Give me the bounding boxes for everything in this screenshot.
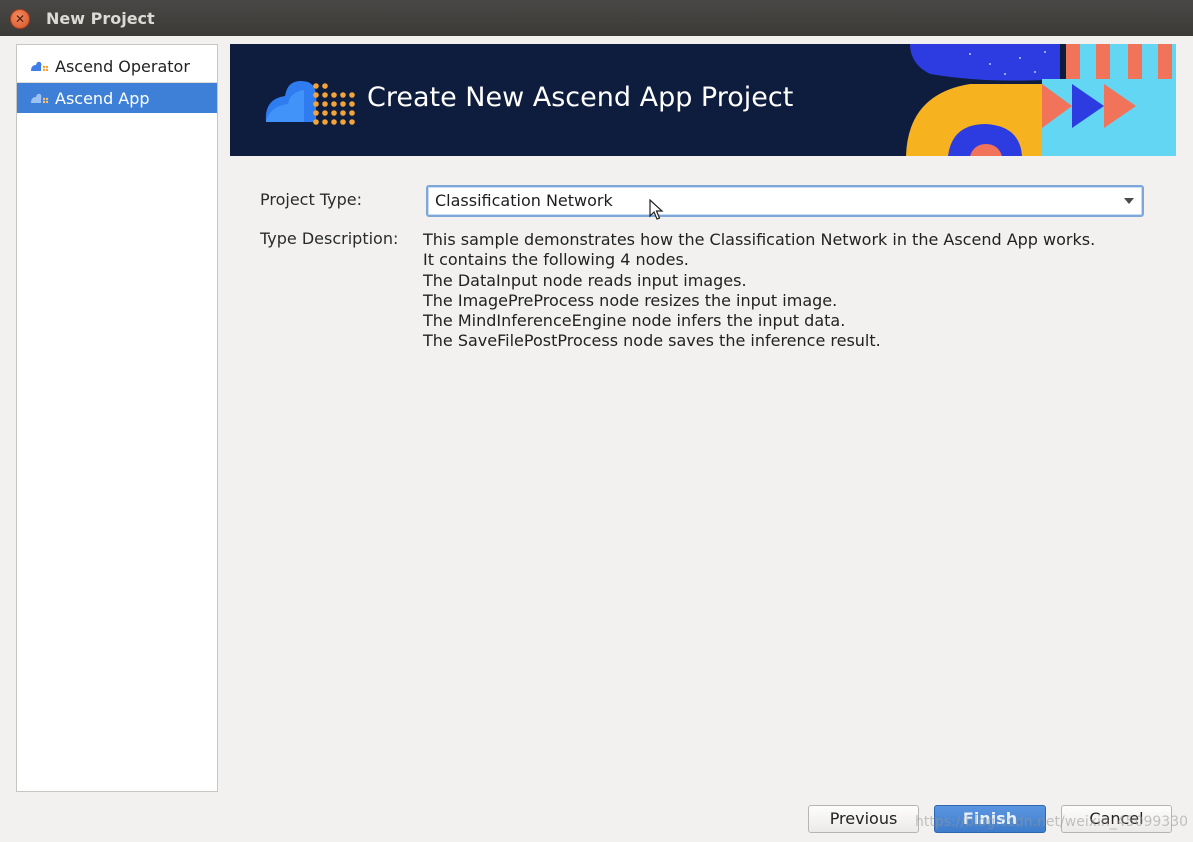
description-line: The MindInferenceEngine node infers the … bbox=[423, 311, 846, 331]
chevron-down-icon bbox=[1124, 198, 1134, 204]
project-type-dropdown[interactable]: Classification Network bbox=[426, 185, 1144, 217]
banner-title: Create New Ascend App Project bbox=[367, 82, 794, 113]
header-banner: Create New Ascend App Project bbox=[230, 44, 1176, 156]
description-line: The SaveFilePostProcess node saves the i… bbox=[423, 331, 881, 351]
project-type-label: Project Type: bbox=[260, 190, 362, 209]
project-type-value: Classification Network bbox=[435, 191, 613, 210]
description-line: The DataInput node reads input images. bbox=[423, 270, 747, 290]
previous-button[interactable]: Previous bbox=[808, 805, 919, 833]
close-window-button[interactable]: ✕ bbox=[10, 9, 30, 29]
project-category-list: Ascend Operator Ascend App bbox=[16, 44, 218, 792]
ascend-logo-icon bbox=[265, 80, 355, 125]
mouse-cursor-icon bbox=[649, 199, 664, 220]
sidebar-item-ascend-operator[interactable]: Ascend Operator bbox=[17, 50, 217, 83]
watermark: https://blog.csdn.net/weixin_45099330 bbox=[915, 814, 1189, 830]
ascend-logo-icon bbox=[30, 59, 50, 73]
description-line: This sample demonstrates how the Classif… bbox=[423, 230, 1096, 249]
type-description-label: Type Description: bbox=[260, 229, 399, 248]
sidebar-item-label: Ascend Operator bbox=[55, 56, 190, 76]
description-line: The ImagePreProcess node resizes the inp… bbox=[423, 290, 838, 310]
sidebar-item-label: Ascend App bbox=[55, 88, 150, 108]
new-project-dialog: Ascend Operator Ascend App Create New As… bbox=[0, 36, 1193, 842]
ascend-logo-icon bbox=[30, 91, 50, 105]
sidebar-item-ascend-app[interactable]: Ascend App bbox=[17, 83, 217, 113]
close-icon: ✕ bbox=[14, 12, 26, 26]
description-line: It contains the following 4 nodes. bbox=[423, 250, 689, 270]
type-description-text: This sample demonstrates how the Classif… bbox=[423, 230, 1095, 352]
window-titlebar: ✕ New Project bbox=[0, 0, 1193, 37]
window-title: New Project bbox=[46, 9, 155, 28]
